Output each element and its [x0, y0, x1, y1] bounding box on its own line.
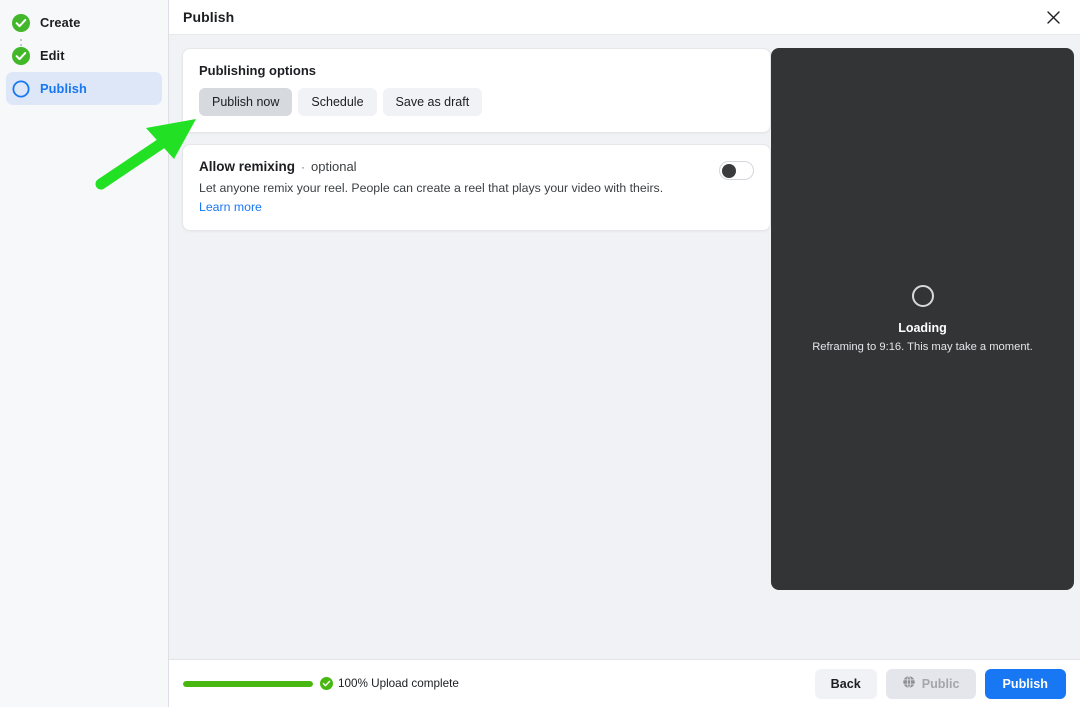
allow-remixing-heading: Allow remixing · optional	[199, 159, 754, 174]
publishing-options-title: Publishing options	[199, 63, 316, 78]
learn-more-link[interactable]: Learn more	[199, 200, 262, 214]
sidebar-step-edit[interactable]: Edit	[6, 39, 162, 72]
allow-remixing-title: Allow remixing	[199, 159, 296, 174]
optional-label: optional	[311, 159, 357, 174]
footer-actions: Back Public Publish	[814, 668, 1066, 699]
dialog-footer: 100% Upload complete Back Public Publish	[169, 659, 1080, 707]
sidebar-step-label: Edit	[40, 48, 65, 63]
publishing-options-card: Publishing options Publish now Schedule …	[182, 48, 771, 133]
publish-now-button[interactable]: Publish now	[199, 88, 293, 116]
progress-bar-fill	[183, 680, 313, 687]
allow-remixing-card: Allow remixing · optional Let anyone rem…	[182, 144, 771, 231]
circle-outline-icon	[12, 80, 30, 98]
close-icon[interactable]	[1040, 4, 1066, 30]
back-button[interactable]: Back	[814, 668, 877, 699]
check-circle-icon	[12, 13, 30, 32]
dialog-body: Publishing options Publish now Schedule …	[169, 35, 1080, 659]
upload-progress-label: 100% Upload complete	[338, 677, 459, 690]
allow-remixing-description: Let anyone remix your reel. People can c…	[199, 181, 664, 195]
toggle-knob	[722, 164, 736, 178]
allow-remixing-toggle[interactable]	[719, 161, 754, 180]
preview-column: Loading Reframing to 9:16. This may take…	[771, 48, 1074, 659]
publishing-options-buttons: Publish now Schedule Save as draft	[199, 88, 754, 116]
publish-button[interactable]: Publish	[984, 668, 1066, 699]
main-panel: Publish Publishing options Publish now S…	[169, 0, 1080, 707]
video-preview-panel: Loading Reframing to 9:16. This may take…	[771, 48, 1074, 590]
page-title: Publish	[183, 9, 235, 25]
publish-dialog: Create Edit Publish Publish Publishing o…	[0, 0, 1080, 707]
sidebar-step-publish[interactable]: Publish	[6, 72, 162, 105]
sidebar-step-create[interactable]: Create	[6, 6, 162, 39]
progress-bar-track	[183, 680, 313, 687]
steps-sidebar: Create Edit Publish	[0, 0, 169, 707]
settings-column: Publishing options Publish now Schedule …	[182, 48, 771, 659]
audience-label: Public	[921, 676, 960, 691]
preview-status-title: Loading	[898, 321, 947, 335]
audience-button[interactable]: Public	[885, 668, 976, 699]
dialog-header: Publish	[169, 0, 1080, 35]
sidebar-step-label: Publish	[40, 81, 87, 96]
preview-status-subtitle: Reframing to 9:16. This may take a momen…	[812, 341, 1033, 353]
save-as-draft-button[interactable]: Save as draft	[382, 88, 483, 116]
sidebar-step-label: Create	[40, 15, 81, 30]
check-circle-icon	[320, 677, 333, 690]
loading-spinner-icon	[911, 285, 934, 307]
upload-progress: 100% Upload complete	[183, 677, 459, 690]
schedule-button[interactable]: Schedule	[298, 88, 377, 116]
check-circle-icon	[12, 46, 30, 65]
heading-separator: ·	[301, 160, 306, 174]
globe-icon	[902, 675, 916, 692]
